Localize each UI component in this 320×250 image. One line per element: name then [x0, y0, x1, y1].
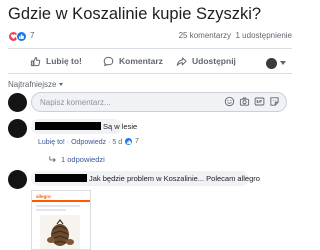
comment-like-link[interactable]: Lubię to!: [38, 139, 65, 146]
comment-reply-link[interactable]: Odpowiedz: [71, 139, 106, 146]
reaction-count[interactable]: 7: [30, 31, 34, 40]
like-button[interactable]: Lubię to!: [30, 53, 82, 69]
thumbs-up-icon: [30, 56, 41, 66]
post-as-selector[interactable]: [266, 55, 286, 71]
replies-count: 1 odpowiedzi: [61, 155, 105, 164]
avatar: [8, 93, 27, 112]
link-preview-image[interactable]: allegro: [31, 190, 91, 250]
comment-button-label: Komentarz: [119, 56, 163, 66]
chevron-down-icon: [280, 61, 286, 65]
speech-bubble-icon: [103, 56, 114, 66]
preview-accent-bar: [32, 200, 90, 202]
preview-text-line: [36, 205, 80, 207]
reply-arrow-icon: [49, 156, 56, 163]
comment-bubble: Jak będzie problem w Koszalinie... Polec…: [31, 171, 260, 186]
like-reaction-icon[interactable]: [16, 31, 27, 42]
camera-icon[interactable]: [239, 96, 250, 107]
post-title: Gdzie w Koszalinie kupie Szyszki?: [8, 5, 262, 23]
reactions-row: 7 25 komentarzy 1 udostępnienie: [8, 31, 292, 43]
redacted-author-name: [35, 122, 101, 130]
allegro-logo: allegro: [36, 194, 51, 199]
shares-count[interactable]: 1 udostępnienie: [236, 31, 293, 40]
like-button-label: Lubię to!: [46, 56, 82, 66]
sticker-icon[interactable]: [269, 96, 280, 107]
redacted-author-name: [35, 174, 87, 182]
avatar[interactable]: [8, 170, 27, 189]
post-stats: 25 komentarzy 1 udostępnienie: [179, 31, 292, 40]
avatar: [266, 57, 277, 69]
share-arrow-icon: [176, 56, 187, 66]
comment-input-placeholder: Napisz komentarz...: [40, 98, 111, 107]
emoji-icon[interactable]: [224, 96, 235, 107]
comment-timestamp[interactable]: 5 d: [112, 139, 122, 146]
composer-icons: [220, 96, 280, 107]
comments-count[interactable]: 25 komentarzy: [179, 31, 231, 40]
comment-sort-dropdown[interactable]: Najtrafniejsze: [8, 80, 64, 89]
share-button-label: Udostępnij: [192, 56, 236, 66]
comment-text: Są w lesie: [103, 122, 138, 131]
avatar[interactable]: [8, 119, 27, 138]
comment-button[interactable]: Komentarz: [103, 53, 163, 69]
comment-text: Jak będzie problem w Koszalinie... Polec…: [89, 174, 260, 183]
sort-label: Najtrafniejsze: [8, 80, 57, 89]
comment-bubble: Są w lesie: [31, 119, 137, 134]
divider: [8, 48, 292, 49]
pine-cone-icon: [47, 219, 74, 246]
preview-text-line: [36, 209, 66, 211]
like-reaction-icon[interactable]: [124, 137, 133, 146]
comment-meta: Lubię to! · Odpowiedz · 5 d: [38, 139, 122, 146]
comment-like-count[interactable]: 7: [135, 138, 139, 145]
gif-icon[interactable]: [254, 96, 265, 107]
caret-down-icon: [59, 83, 64, 86]
comment-input[interactable]: Napisz komentarz...: [31, 92, 287, 112]
share-button[interactable]: Udostępnij: [176, 53, 236, 69]
view-replies-link[interactable]: 1 odpowiedzi: [48, 155, 105, 164]
post-actions-bar: Lubię to! Komentarz Udostępnij: [8, 50, 292, 72]
pine-cones-photo: [40, 215, 80, 249]
divider: [8, 73, 292, 74]
